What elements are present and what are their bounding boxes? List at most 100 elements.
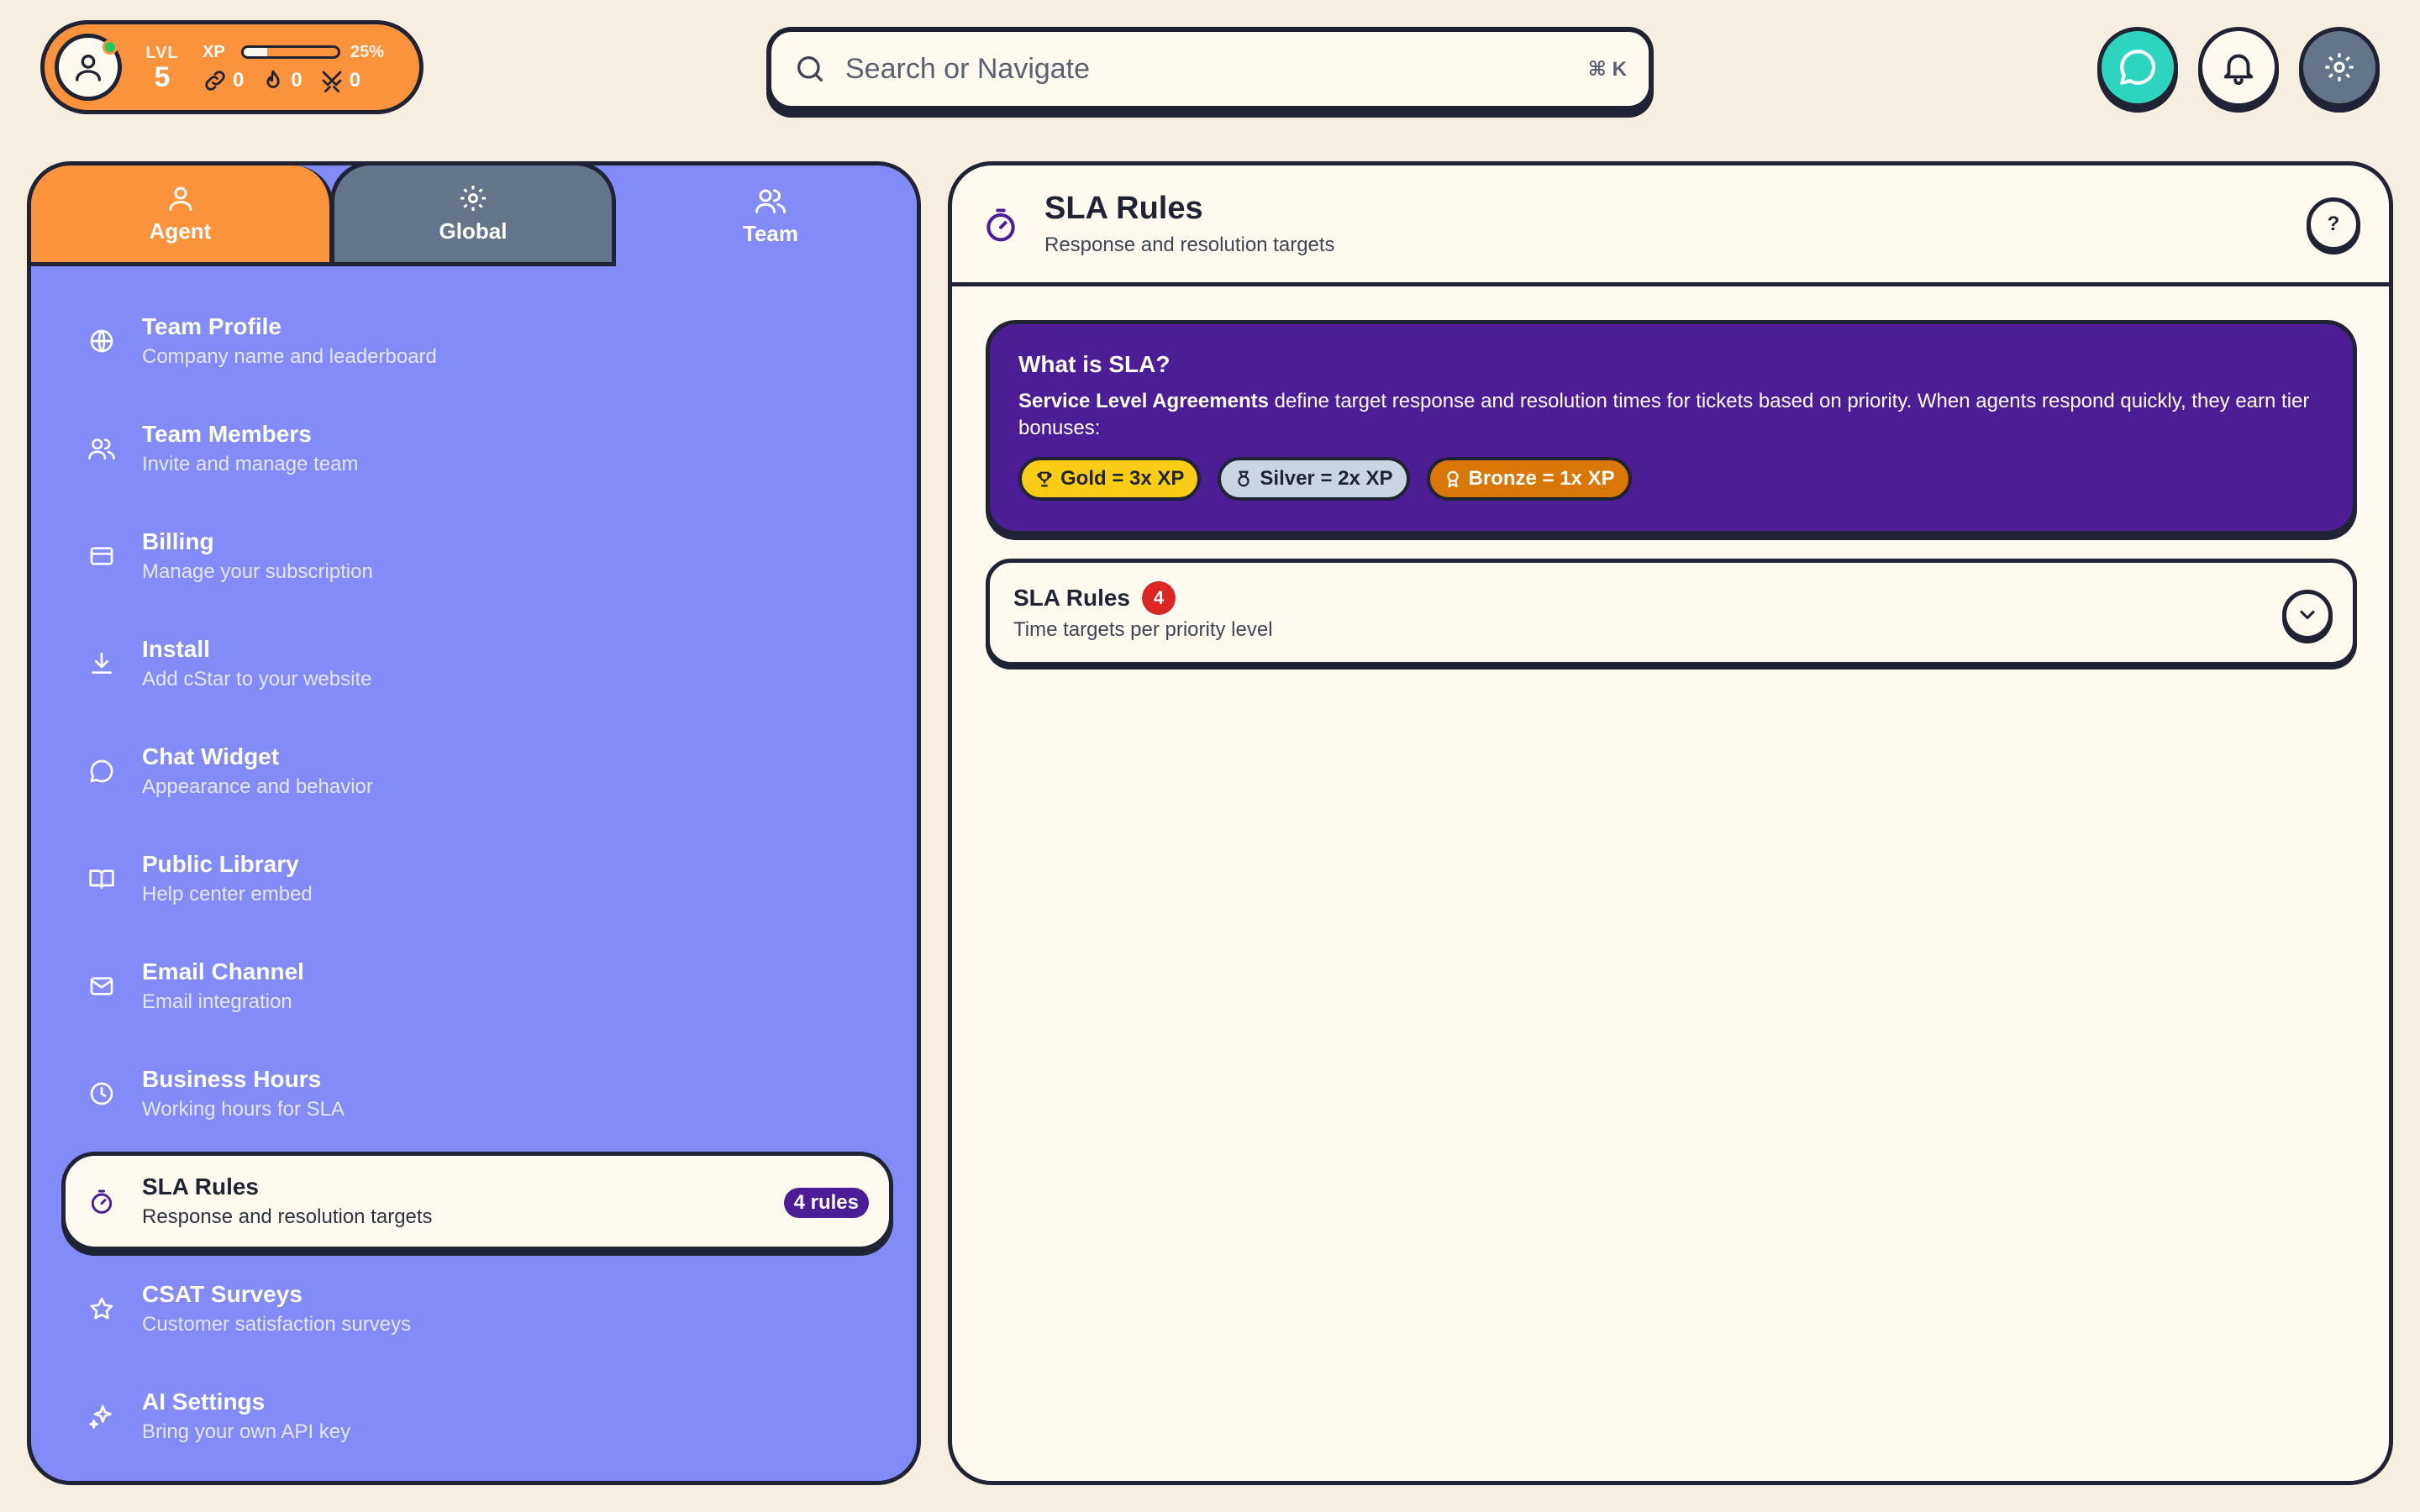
nav-item-team-profile[interactable]: Team Profile Company name and leaderboard [61, 291, 893, 391]
nav-item-subtitle: Working hours for SLA [142, 1098, 345, 1121]
stat-links: 0 [203, 68, 244, 93]
settings-button[interactable] [2299, 27, 2380, 108]
nav-item-subtitle: Invite and manage team [142, 453, 359, 475]
tab-team[interactable]: Team [616, 165, 917, 266]
nav-item-email-channel[interactable]: Email Channel Email integration [61, 937, 893, 1036]
nav-item-subtitle: Add cStar to your website [142, 668, 372, 690]
panel-header: SLA Rules Response and resolution target… [952, 165, 2389, 286]
sla-rules-panel: SLA Rules Response and resolution target… [948, 161, 2393, 1485]
nav-item-ai-settings[interactable]: AI Settings Bring your own API key [61, 1367, 893, 1466]
mail-icon [90, 977, 113, 995]
search-input[interactable] [845, 52, 1588, 86]
timer-icon [91, 1189, 113, 1214]
crossed-swords-icon [322, 71, 342, 92]
nav-item-billing[interactable]: Billing Manage your subscription [61, 507, 893, 606]
users-icon [88, 438, 115, 460]
rules-section-subtitle: Time targets per priority level [1013, 618, 1273, 641]
tab-team-label: Team [743, 220, 798, 246]
tab-agent[interactable]: Agent [31, 165, 334, 266]
help-button[interactable]: ? [2307, 197, 2360, 251]
globe-icon [90, 329, 113, 353]
gear-icon [460, 186, 486, 211]
trophy-icon [1037, 471, 1052, 487]
online-status-dot [103, 39, 118, 55]
stat-links-value: 0 [233, 69, 245, 92]
link-icon [205, 71, 225, 91]
nav-item-csat-surveys[interactable]: CSAT Surveys Customer satisfaction survey… [61, 1259, 893, 1358]
download-icon [92, 652, 112, 674]
nav-item-public-library[interactable]: Public Library Help center embed [61, 829, 893, 928]
star-icon [90, 1297, 113, 1320]
flame-icon [266, 70, 280, 88]
user-icon [169, 186, 192, 211]
nav-item-title: Chat Widget [142, 743, 280, 769]
book-icon [89, 869, 114, 889]
expand-button[interactable] [2282, 590, 2333, 640]
xp-percent: 25% [350, 42, 385, 61]
nav-item-sla-rules[interactable]: SLA Rules Response and resolution targets… [61, 1152, 893, 1251]
tab-global-label: Global [439, 218, 508, 244]
user-icon [76, 55, 102, 81]
tier-silver-badge: Silver = 2x XP [1218, 457, 1410, 501]
player-stats-card[interactable]: LVL 5 XP 25% 0 0 0 [40, 20, 424, 114]
xp-label: XP [203, 42, 225, 61]
xp-progress-fill [244, 48, 267, 56]
page-title: SLA Rules [1044, 191, 1203, 226]
nav-item-subtitle: Manage your subscription [142, 560, 373, 583]
tier-bronze-badge: Bronze = 1x XP [1426, 457, 1632, 501]
info-title: What is SLA? [1018, 351, 1171, 377]
info-description: Service Level Agreements define target r… [1018, 388, 2329, 442]
nav-item-title: Team Profile [142, 313, 281, 339]
credit-card-icon [90, 547, 113, 565]
avatar[interactable] [55, 34, 122, 101]
chat-button[interactable] [2097, 27, 2178, 108]
nav-item-subtitle: Response and resolution targets [142, 1205, 433, 1228]
chat-bubble-icon [2120, 50, 2155, 85]
stat-battles: 0 [319, 68, 360, 93]
tier-bonus-list: Gold = 3x XP Silver = 2x XP Bronze = 1x … [1018, 457, 2324, 501]
nav-item-subtitle: Appearance and behavior [142, 775, 373, 798]
chevron-down-icon [2300, 610, 2315, 620]
award-icon [1446, 470, 1459, 488]
nav-item-title: Install [142, 636, 210, 662]
sla-rules-accordion[interactable]: SLA Rules 4 Time targets per priority le… [986, 559, 2357, 666]
tier-gold-label: Gold = 3x XP [1060, 467, 1185, 490]
nav-item-subtitle: Bring your own API key [142, 1420, 351, 1443]
nav-item-business-hours[interactable]: Business Hours Working hours for SLA [61, 1044, 893, 1143]
info-bold-term: Service Level Agreements [1018, 390, 1269, 412]
stat-streak-value: 0 [291, 69, 302, 92]
search-bar[interactable]: ⌘ K [766, 27, 1654, 111]
timer-icon [986, 207, 1015, 241]
users-icon [755, 189, 786, 213]
chat-bubble-icon [90, 759, 113, 783]
nav-item-title: Email Channel [142, 958, 304, 984]
rules-count-badge: 4 [1142, 581, 1176, 615]
level-label: LVL [145, 43, 179, 62]
tab-global[interactable]: Global [330, 165, 616, 266]
nav-item-chat-widget[interactable]: Chat Widget Appearance and behavior [61, 722, 893, 821]
team-settings-nav: Team Profile Company name and leaderboard… [61, 291, 893, 1474]
clock-icon [90, 1082, 113, 1105]
keyboard-shortcut-hint: ⌘ K [1587, 57, 1627, 81]
nav-item-title: CSAT Surveys [142, 1281, 302, 1307]
medal-icon [1238, 470, 1249, 487]
level-value: 5 [154, 60, 171, 93]
rules-count-badge: 4 rules [783, 1188, 869, 1218]
nav-item-subtitle: Email integration [142, 990, 292, 1013]
search-icon [797, 56, 823, 82]
nav-item-title: AI Settings [142, 1389, 266, 1415]
notifications-button[interactable] [2198, 27, 2279, 108]
nav-item-title: SLA Rules [142, 1173, 259, 1200]
tier-bronze-label: Bronze = 1x XP [1468, 467, 1615, 490]
page-subtitle: Response and resolution targets [1044, 234, 1335, 256]
bell-icon [2223, 54, 2254, 86]
nav-item-title: Team Members [142, 421, 312, 447]
nav-item-title: Business Hours [142, 1066, 322, 1092]
rules-section-title: SLA Rules [1013, 585, 1130, 611]
nav-item-title: Billing [142, 528, 214, 554]
stat-battles-value: 0 [349, 69, 361, 92]
nav-item-team-members[interactable]: Team Members Invite and manage team [61, 399, 893, 498]
settings-sidebar: Agent Global Team Team Profile Company na… [27, 161, 921, 1485]
xp-block: XP 25% 0 0 0 [203, 41, 394, 93]
nav-item-install[interactable]: Install Add cStar to your website [61, 614, 893, 713]
